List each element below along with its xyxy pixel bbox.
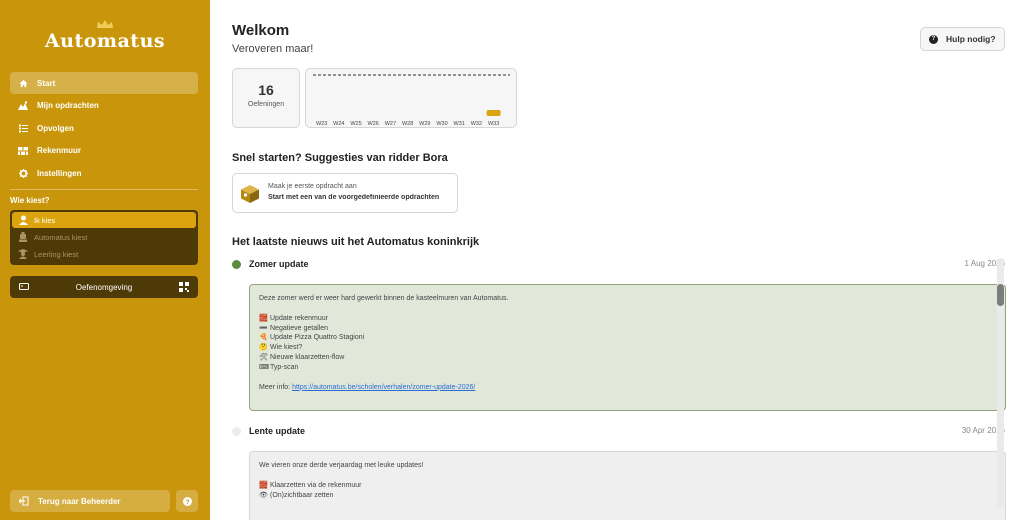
practice-environment-label: Oefenomgeving bbox=[75, 282, 133, 292]
home-icon bbox=[18, 78, 28, 88]
who-option-label: Leerling kiest bbox=[34, 249, 79, 259]
week-tick-label: W25 bbox=[350, 121, 361, 127]
back-to-admin-button[interactable]: Terug naar Beheerder bbox=[10, 490, 170, 512]
news-intro: Deze zomer werd er weer hard gewerkt bin… bbox=[259, 295, 509, 302]
gear-icon bbox=[18, 168, 28, 178]
nav-item-label: Instellingen bbox=[37, 168, 82, 178]
exercises-count: 16 bbox=[258, 82, 274, 98]
news-scrollbar[interactable] bbox=[997, 258, 1004, 508]
nav-item-instellingen[interactable]: Instellingen bbox=[10, 162, 198, 184]
practice-environment-button[interactable]: Oefenomgeving bbox=[10, 276, 198, 298]
exercises-label: Oefeningen bbox=[247, 101, 285, 108]
weekly-activity-chart: W23 W24 W25 W26 W27 W28 W29 W30 W31 W32 W33 bbox=[305, 68, 517, 128]
news-bullet: ⌨Typ-scan bbox=[259, 362, 299, 371]
thinking-icon: 🤔 bbox=[259, 343, 268, 352]
who-chooses-selector: Ik kies Automatus kiest Leerling kiest bbox=[10, 210, 198, 265]
nav-item-rekenmuur[interactable]: Rekenmuur bbox=[10, 140, 198, 162]
treasure-box-icon bbox=[241, 185, 259, 203]
news-intro: We vieren onze derde verjaardag met leuk… bbox=[259, 462, 424, 469]
teacher-icon bbox=[18, 215, 28, 225]
week-tick-label: W27 bbox=[385, 121, 396, 127]
suggestion-line2: Start met een van de voorgedefinieerde o… bbox=[268, 194, 440, 201]
suggestion-card[interactable]: Maak je eerste opdracht aan Start met ee… bbox=[232, 173, 458, 213]
eye-icon: 👁 bbox=[259, 490, 268, 499]
weekly-chart-svg: W23 W24 W25 W26 W27 W28 W29 W30 W31 W32 W33 bbox=[313, 74, 510, 127]
nav-item-mijn-opdrachten[interactable]: Mijn opdrachten bbox=[10, 95, 198, 117]
nav-item-label: Opvolgen bbox=[37, 123, 74, 133]
brick-icon: 🧱 bbox=[259, 313, 268, 322]
app-logo[interactable]: Automatus bbox=[0, 30, 210, 52]
news-bullet: 🛠 Nieuwe klaarzetten-flow bbox=[259, 352, 345, 361]
question-icon: ? bbox=[929, 34, 938, 44]
who-option-label: Ik kies bbox=[34, 215, 56, 225]
who-option-leerling-kiest[interactable]: Leerling kiest bbox=[12, 246, 196, 262]
nav-divider bbox=[10, 189, 198, 190]
page-subtitle: Veroveren maar! bbox=[232, 43, 314, 55]
qr-code-icon bbox=[179, 282, 189, 292]
week-bar bbox=[486, 110, 501, 116]
news-bullet: 👁 (On)zichtbaar zetten bbox=[259, 490, 334, 499]
week-tick-label: W24 bbox=[333, 121, 344, 127]
sidebar: Automatus Start Mijn opdrachten Opvolgen… bbox=[0, 0, 210, 520]
news-item-title: Zomer update bbox=[249, 259, 309, 269]
news-bullet: 🍕 Update Pizza Quattro Stagioni bbox=[259, 333, 365, 342]
nav-item-label: Rekenmuur bbox=[37, 146, 82, 155]
news-item-title: Lente update bbox=[249, 426, 306, 436]
news-status-dot bbox=[232, 427, 241, 436]
who-option-automatus-kiest[interactable]: Automatus kiest bbox=[12, 229, 196, 245]
news-item-date: 30 Apr 2026 bbox=[961, 426, 1005, 435]
help-button[interactable]: ? Hulp nodig? bbox=[920, 27, 1005, 51]
week-tick-label: W30 bbox=[436, 121, 447, 127]
news-item-date: 1 Aug 2026 bbox=[964, 259, 1005, 268]
news-bullet: 🧱 Klaarzetten via de rekenmuur bbox=[259, 480, 362, 489]
week-tick-label: W32 bbox=[471, 121, 482, 127]
news-more-info: Meer info: https://automatus.be/scholen/… bbox=[259, 383, 476, 391]
suggestions-title: Snel starten? Suggesties van ridder Bora bbox=[232, 152, 448, 164]
logout-icon bbox=[19, 496, 29, 506]
who-option-ik-kies[interactable]: Ik kies bbox=[12, 212, 196, 228]
exercises-stat-card: 16 Oefeningen bbox=[232, 68, 300, 128]
keyboard-icon: ⌨ bbox=[259, 362, 270, 371]
main-nav: Start Mijn opdrachten Opvolgen Rekenmuur… bbox=[10, 72, 198, 185]
week-tick-label: W28 bbox=[402, 121, 413, 127]
screen-icon bbox=[19, 283, 29, 290]
wall-icon bbox=[18, 146, 28, 156]
nav-item-label: Mijn opdrachten bbox=[37, 101, 99, 110]
news-item-body: Deze zomer werd er weer hard gewerkt bin… bbox=[249, 284, 1006, 411]
news-bullet: 🧱 Update rekenmuur bbox=[259, 313, 328, 322]
robot-icon bbox=[18, 232, 28, 242]
who-option-label: Automatus kiest bbox=[34, 232, 88, 242]
news-bullet: ➖ Negatieve getallen bbox=[259, 323, 328, 332]
pizza-icon: 🍕 bbox=[259, 333, 268, 342]
svg-text:?: ? bbox=[185, 498, 189, 505]
help-button-label: Hulp nodig? bbox=[946, 34, 996, 44]
week-tick-label: W33 bbox=[488, 121, 499, 127]
student-icon bbox=[18, 249, 28, 259]
news-title: Het laatste nieuws uit het Automatus kon… bbox=[232, 236, 480, 248]
nav-item-opvolgen[interactable]: Opvolgen bbox=[10, 117, 198, 139]
suggestion-line1: Maak je eerste opdracht aan bbox=[268, 183, 357, 190]
minus-icon: ➖ bbox=[259, 323, 268, 332]
week-tick-label: W23 bbox=[316, 121, 327, 127]
news-item-body: We vieren onze derde verjaardag met leuk… bbox=[249, 451, 1006, 520]
week-tick-label: W31 bbox=[454, 121, 465, 127]
week-tick-label: W29 bbox=[419, 121, 430, 127]
page-title: Welkom bbox=[232, 22, 290, 39]
who-chooses-title: Wie kiest? bbox=[10, 196, 50, 205]
crown-icon bbox=[97, 20, 113, 28]
tasks-icon bbox=[18, 101, 28, 111]
nav-item-start[interactable]: Start bbox=[10, 72, 198, 94]
nav-item-label: Start bbox=[37, 78, 56, 88]
news-bullet: 🤔 Wie kiest? bbox=[259, 343, 303, 352]
news-more-link[interactable]: https://automatus.be/scholen/verhalen/zo… bbox=[292, 384, 475, 391]
list-icon bbox=[18, 123, 28, 133]
scrollbar-thumb[interactable] bbox=[997, 284, 1004, 306]
question-icon: ? bbox=[182, 496, 192, 506]
news-status-dot bbox=[232, 260, 241, 269]
brick-icon: 🧱 bbox=[259, 480, 268, 489]
tools-icon: 🛠 bbox=[259, 352, 268, 361]
week-tick-label: W26 bbox=[368, 121, 379, 127]
back-to-admin-label: Terug naar Beheerder bbox=[38, 496, 121, 506]
help-small-button[interactable]: ? bbox=[176, 490, 198, 512]
